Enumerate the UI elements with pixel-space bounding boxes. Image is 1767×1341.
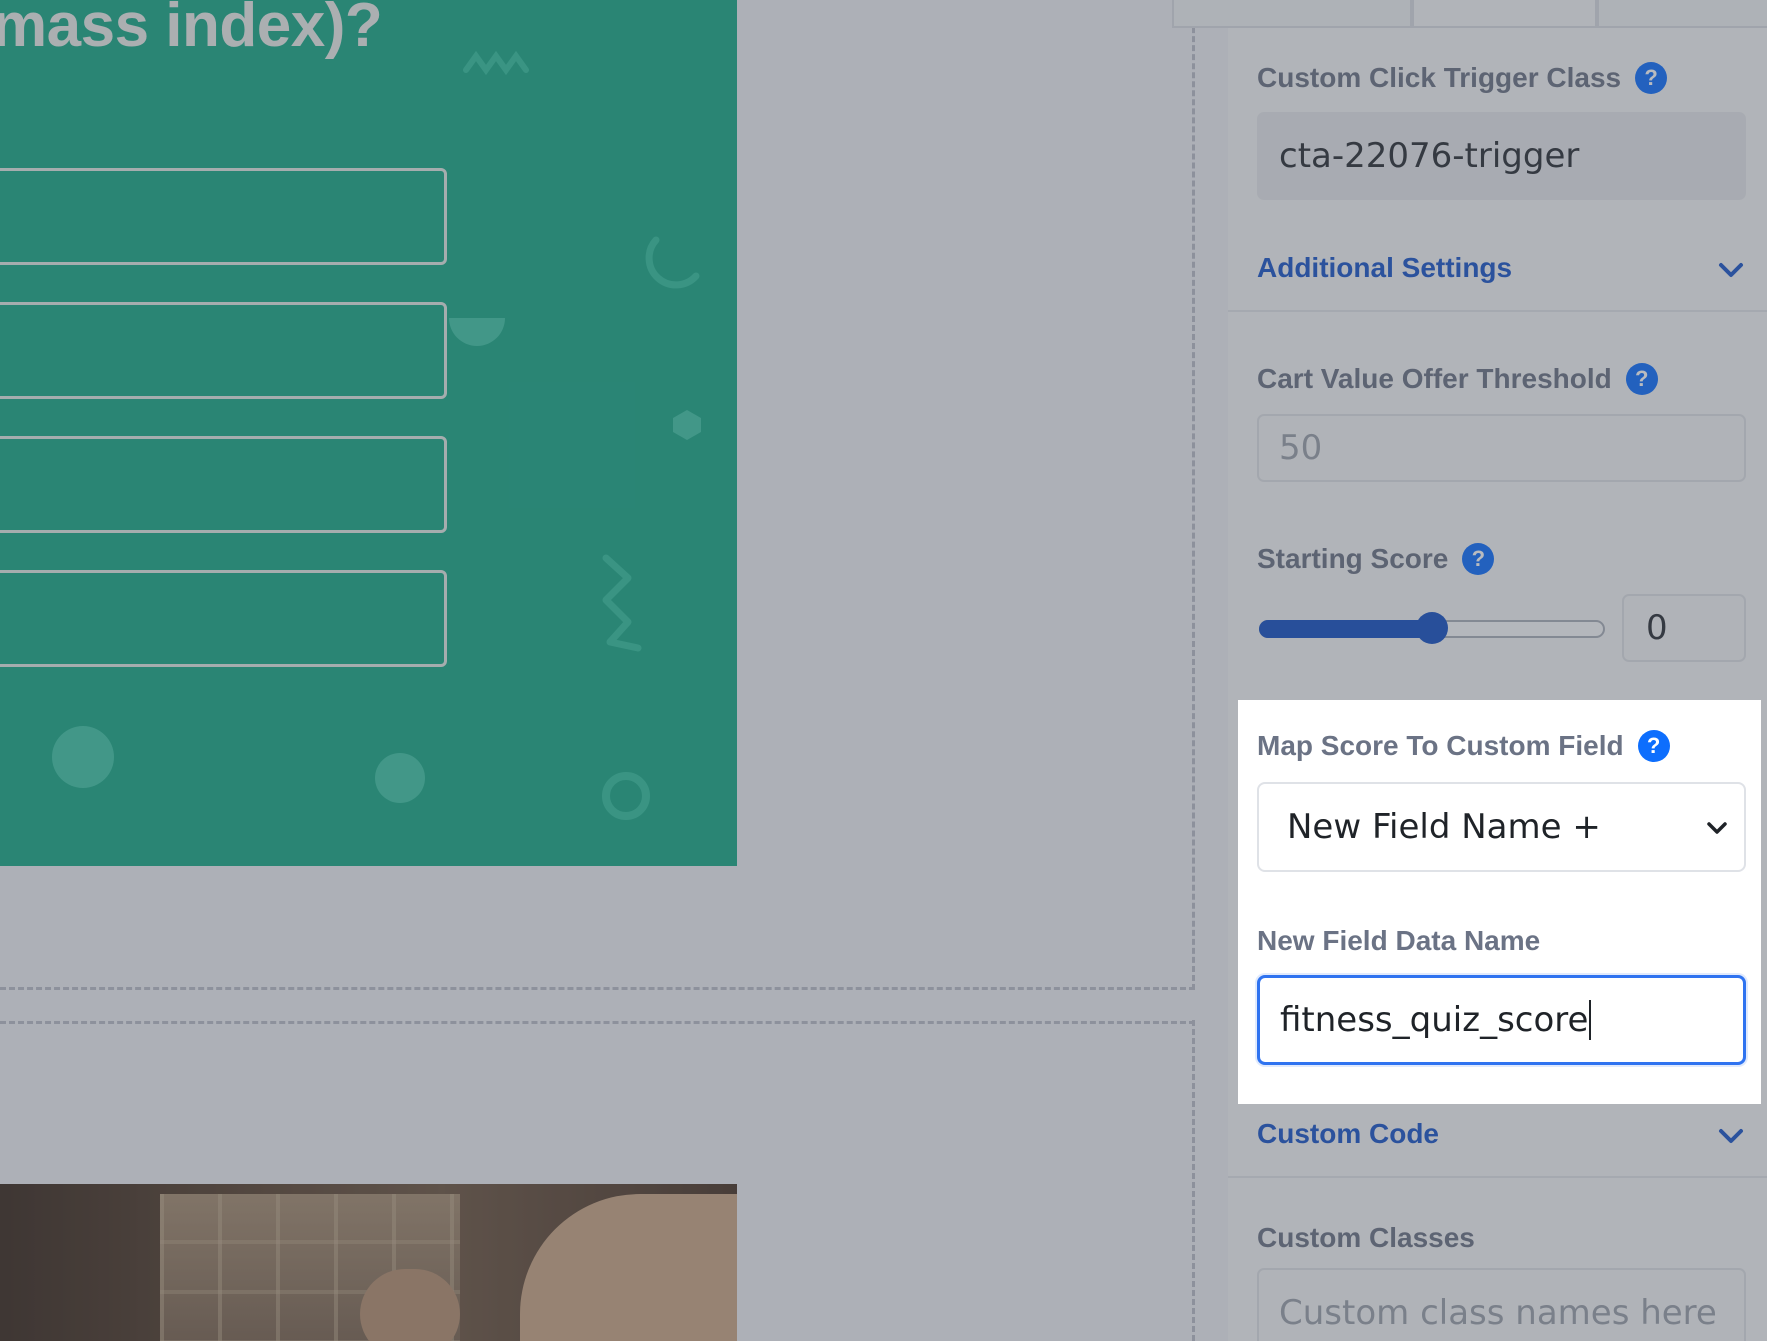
section-divider [0,1021,1195,1024]
half-circle-decoration [449,318,505,346]
help-icon[interactable]: ? [1462,543,1495,575]
map-score-select[interactable]: New Field Name + [1257,782,1746,872]
custom-click-trigger-label: Custom Click Trigger Class ? [1257,62,1668,94]
custom-classes-label: Custom Classes [1257,1222,1475,1253]
section-divider [0,987,1195,990]
text-cursor [1589,1000,1592,1040]
photo-hand [360,1269,460,1341]
starting-score-label: Starting Score ? [1257,543,1495,575]
answer-option-1[interactable] [0,168,447,265]
custom-click-trigger-input[interactable]: cta-22076-trigger [1257,112,1746,200]
help-icon[interactable]: ? [1635,62,1668,94]
cart-value-threshold-input[interactable]: 50 [1257,414,1746,482]
arc-decoration [645,236,700,289]
custom-classes-input[interactable]: Custom class names here [1257,1268,1746,1341]
hexagon-decoration [673,410,701,440]
custom-code-header[interactable]: Custom Code [1228,1096,1767,1178]
new-field-data-name-input[interactable]: fitness_quiz_score [1257,975,1746,1065]
starting-score-slider-thumb[interactable] [1416,612,1448,644]
map-score-label: Map Score To Custom Field ? [1257,730,1670,762]
photo-person [520,1194,737,1341]
answer-option-4[interactable] [0,570,447,667]
squiggle-decoration [463,50,529,76]
quiz-question: mass index)? [0,0,383,60]
starting-score-input[interactable]: 0 [1622,594,1746,662]
cart-value-threshold-label: Cart Value Offer Threshold ? [1257,363,1658,395]
additional-settings-title: Additional Settings [1257,252,1513,283]
tab-2[interactable] [1412,0,1597,28]
chevron-down-icon [1707,822,1727,834]
custom-code-title: Custom Code [1257,1118,1439,1149]
answer-option-3[interactable] [0,436,447,533]
additional-settings-header[interactable]: Additional Settings [1228,230,1767,312]
ring-decoration [602,772,650,820]
editor-canvas: mass index)? [0,0,1228,1341]
zigzag-decoration [602,554,642,652]
panel-tabs [1172,0,1767,28]
chevron-down-icon [1719,1129,1743,1143]
chevron-down-icon [1719,263,1743,277]
tab-1[interactable] [1172,0,1412,28]
section-divider [1192,1020,1195,1341]
quiz-card: mass index)? [0,0,737,866]
tab-3[interactable] [1597,0,1767,28]
settings-panel: Custom Click Trigger Class ? cta-22076-t… [1172,0,1767,1341]
new-field-data-name-label: New Field Data Name [1257,925,1541,956]
answer-option-2[interactable] [0,302,447,399]
help-icon[interactable]: ? [1637,730,1670,762]
section-divider [1192,0,1195,990]
starting-score-slider-fill [1259,620,1432,638]
large-dot-decoration [52,726,114,788]
map-score-focus-card: Map Score To Custom Field ? New Field Na… [1238,700,1761,1104]
dot-decoration [375,753,425,803]
help-icon[interactable]: ? [1625,363,1658,395]
hero-photo [0,1184,737,1341]
